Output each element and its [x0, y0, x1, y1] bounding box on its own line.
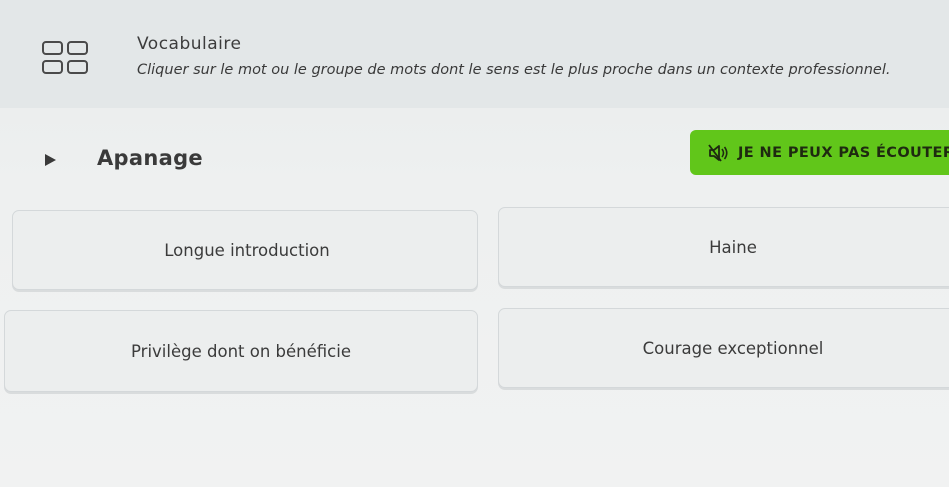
- header-bar: Vocabulaire Cliquer sur le mot ou le gro…: [0, 0, 949, 108]
- answer-option[interactable]: Longue introduction: [12, 210, 478, 290]
- answer-option-label: Haine: [709, 237, 757, 257]
- play-audio-button[interactable]: [28, 138, 72, 182]
- cant-listen-label: JE NE PEUX PAS ÉCOUTER: [738, 144, 949, 161]
- target-word: Apanage: [97, 146, 203, 170]
- answer-option[interactable]: Courage exceptionnel: [498, 308, 949, 388]
- answer-option-label: Courage exceptionnel: [642, 338, 824, 358]
- exercise-title: Vocabulaire: [137, 34, 242, 54]
- grid-icon: [42, 41, 92, 79]
- answer-option[interactable]: Haine: [498, 207, 949, 287]
- answer-option-label: Longue introduction: [164, 240, 330, 260]
- answer-option[interactable]: Privilège dont on bénéficie: [4, 310, 478, 392]
- cant-listen-button[interactable]: JE NE PEUX PAS ÉCOUTER: [690, 130, 949, 175]
- instruction-text: Cliquer sur le mot ou le groupe de mots …: [137, 62, 891, 78]
- answer-option-label: Privilège dont on bénéficie: [131, 341, 351, 361]
- muted-speaker-icon: [708, 143, 730, 162]
- play-icon: [42, 152, 58, 168]
